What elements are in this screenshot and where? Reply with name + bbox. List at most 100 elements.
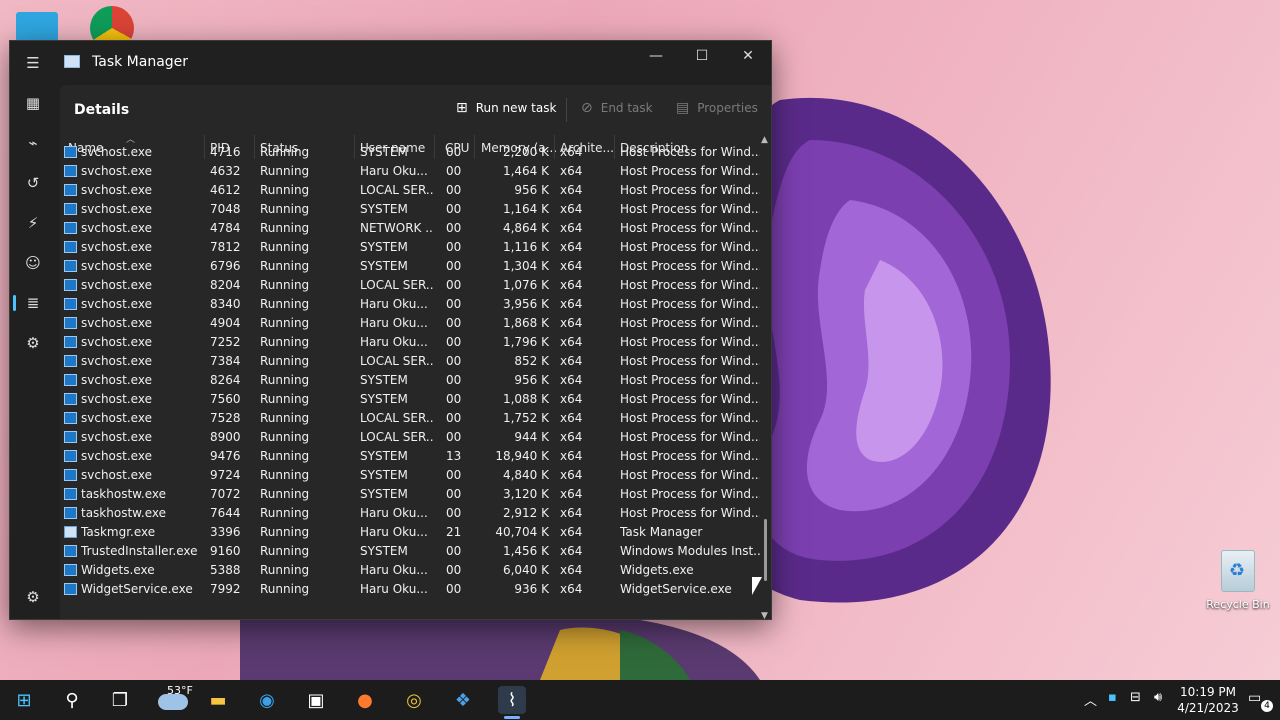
process-icon: [64, 241, 77, 253]
table-row[interactable]: svchost.exe 8900 Running LOCAL SER... 00 944 …: [60, 428, 771, 447]
table-row[interactable]: TrustedInstaller.exe 9160 Running SYSTEM 00 1…: [60, 542, 771, 561]
table-row[interactable]: WidgetService.exe 7992 Running Haru Oku... 0…: [60, 580, 771, 599]
taskbar: ⊞ ⚲ ❐ 53°F ▬ ◉ ▣ ● ◎ ❖ ⌇ ︿ ▪ ⊟ 🔊︎ 10:19 …: [0, 680, 1280, 720]
close-button[interactable]: ✕: [725, 41, 771, 71]
store-icon[interactable]: ▣: [302, 686, 330, 714]
process-table: ︿ Name PID Status User name CPU Memory (…: [60, 135, 771, 619]
table-row[interactable]: svchost.exe 8340 Running Haru Oku... 00 3,956…: [60, 295, 771, 314]
table-row[interactable]: taskhostw.exe 7072 Running SYSTEM 00 3,120 K x…: [60, 485, 771, 504]
cell-name: WidgetService.exe: [81, 582, 193, 596]
table-row[interactable]: taskhostw.exe 7644 Running Haru Oku... 00 2,9…: [60, 504, 771, 523]
notification-icon[interactable]: ▭: [1248, 690, 1261, 706]
performance-icon[interactable]: ⌁: [20, 131, 46, 155]
cell-pid: 7252: [210, 335, 241, 349]
table-row[interactable]: svchost.exe 9724 Running SYSTEM 00 4,840 K x64…: [60, 466, 771, 485]
table-row[interactable]: svchost.exe 4716 Running SYSTEM 00 2,200 K x64…: [60, 143, 771, 162]
edge-icon[interactable]: ◉: [253, 686, 281, 714]
table-row[interactable]: svchost.exe 8204 Running LOCAL SER... 00 1,07…: [60, 276, 771, 295]
scroll-down-icon[interactable]: ▼: [761, 611, 768, 619]
cell-desc: Host Process for Wind...: [620, 259, 760, 273]
title-bar[interactable]: Task Manager — ☐ ✕: [10, 41, 771, 85]
process-icon: [64, 184, 77, 196]
cell-name: svchost.exe: [81, 202, 152, 216]
chevron-up-icon[interactable]: ︿: [1084, 690, 1097, 709]
table-row[interactable]: svchost.exe 7812 Running SYSTEM 00 1,116 K x64…: [60, 238, 771, 257]
cell-arch: x64: [560, 373, 583, 387]
cell-desc: Host Process for Wind...: [620, 430, 760, 444]
cell-pid: 4612: [210, 183, 241, 197]
run-task-icon: ⊞: [456, 100, 468, 116]
firefox-icon[interactable]: ●: [351, 686, 379, 714]
table-row[interactable]: svchost.exe 6796 Running SYSTEM 00 1,304 K x64…: [60, 257, 771, 276]
table-row[interactable]: svchost.exe 7528 Running LOCAL SER... 00 1,75…: [60, 409, 771, 428]
details-icon[interactable]: ≣: [20, 291, 46, 315]
table-row[interactable]: svchost.exe 9476 Running SYSTEM 13 18,940 K x6…: [60, 447, 771, 466]
chrome-taskbar-icon[interactable]: ◎: [400, 686, 428, 714]
file-explorer-icon[interactable]: ▬: [204, 686, 232, 714]
recycle-bin[interactable]: Recycle Bin: [1200, 550, 1276, 611]
app-icon[interactable]: ❖: [449, 686, 477, 714]
task-manager-taskbar-icon[interactable]: ⌇: [498, 686, 526, 714]
users-icon[interactable]: ☺: [20, 251, 46, 275]
table-row[interactable]: svchost.exe 7560 Running SYSTEM 00 1,088 K x64…: [60, 390, 771, 409]
minimize-button[interactable]: —: [633, 41, 679, 71]
app-history-icon[interactable]: ↺: [20, 171, 46, 195]
cell-name: svchost.exe: [81, 316, 152, 330]
startup-apps-icon[interactable]: ⚡: [20, 211, 46, 235]
settings-icon[interactable]: ⚙: [20, 585, 46, 609]
task-view-icon[interactable]: ❐: [106, 686, 134, 714]
start-icon[interactable]: ⊞: [10, 686, 38, 714]
cell-cpu: 00: [446, 544, 462, 558]
scroll-up-icon[interactable]: ▲: [761, 135, 768, 145]
cell-arch: x64: [560, 164, 583, 178]
cell-user: SYSTEM: [360, 373, 408, 387]
cell-cpu: 21: [446, 525, 462, 539]
cell-user: Haru Oku...: [360, 316, 428, 330]
properties-button[interactable]: ▤ Properties: [676, 100, 758, 116]
vertical-scrollbar[interactable]: ▲ ▼: [760, 135, 771, 619]
cell-user: SYSTEM: [360, 449, 408, 463]
volume-icon[interactable]: 🔊︎: [1154, 690, 1162, 705]
cell-cpu: 00: [446, 259, 462, 273]
process-icon: [64, 412, 77, 424]
scroll-thumb[interactable]: [764, 519, 767, 581]
processes-icon[interactable]: ▦: [20, 91, 46, 115]
services-icon[interactable]: ⚙: [20, 331, 46, 355]
cell-desc: Task Manager: [620, 525, 703, 539]
run-new-task-button[interactable]: ⊞ Run new task: [456, 100, 556, 116]
hamburger-icon[interactable]: ☰: [20, 51, 46, 75]
cell-name: svchost.exe: [81, 183, 152, 197]
folder-icon[interactable]: [16, 12, 58, 42]
table-row[interactable]: Taskmgr.exe 3396 Running Haru Oku... 21 40,70…: [60, 523, 771, 542]
cell-mem: 4,840 K: [502, 468, 549, 482]
search-icon[interactable]: ⚲: [58, 686, 86, 714]
cell-pid: 8204: [210, 278, 241, 292]
cell-arch: x64: [560, 316, 583, 330]
network-icon[interactable]: ⊟: [1130, 690, 1141, 705]
maximize-button[interactable]: ☐: [679, 41, 725, 71]
weather-widget[interactable]: 53°F: [156, 684, 196, 714]
cell-status: Running: [260, 164, 310, 178]
table-row[interactable]: Widgets.exe 5388 Running Haru Oku... 00 6,040…: [60, 561, 771, 580]
table-row[interactable]: svchost.exe 7384 Running LOCAL SER... 00 852 …: [60, 352, 771, 371]
cell-status: Running: [260, 278, 310, 292]
tray-app-icon[interactable]: ▪: [1108, 690, 1117, 705]
table-row[interactable]: svchost.exe 4632 Running Haru Oku... 00 1,464…: [60, 162, 771, 181]
cell-status: Running: [260, 335, 310, 349]
table-row[interactable]: svchost.exe 4784 Running NETWORK ... 00 4,864…: [60, 219, 771, 238]
table-row[interactable]: svchost.exe 4904 Running Haru Oku... 00 1,868…: [60, 314, 771, 333]
cell-mem: 3,956 K: [502, 297, 549, 311]
close-icon: ✕: [742, 48, 754, 64]
cell-arch: x64: [560, 202, 583, 216]
table-row[interactable]: svchost.exe 4612 Running LOCAL SER... 00 956 …: [60, 181, 771, 200]
cell-mem: 852 K: [514, 354, 549, 368]
clock[interactable]: 10:19 PM 4/21/2023: [1176, 684, 1240, 716]
table-row[interactable]: svchost.exe 7048 Running SYSTEM 00 1,164 K x64…: [60, 200, 771, 219]
cell-user: Haru Oku...: [360, 525, 428, 539]
end-task-button[interactable]: ⊘ End task: [581, 100, 653, 116]
cell-pid: 9476: [210, 449, 241, 463]
table-row[interactable]: svchost.exe 8264 Running SYSTEM 00 956 K x64 Ho…: [60, 371, 771, 390]
process-icon: [64, 165, 77, 177]
cell-user: LOCAL SER...: [360, 183, 434, 197]
table-row[interactable]: svchost.exe 7252 Running Haru Oku... 00 1,796…: [60, 333, 771, 352]
